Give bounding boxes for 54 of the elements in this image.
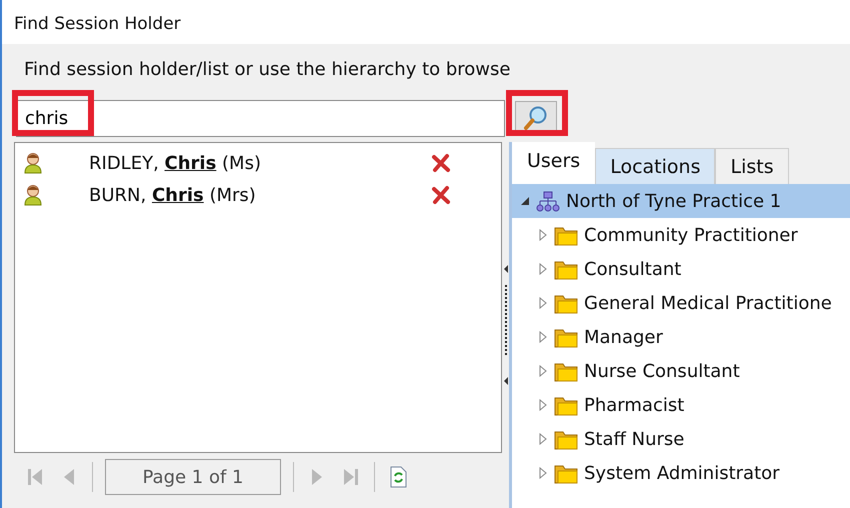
tree-label: General Medical Practitione (584, 292, 832, 316)
search-icon (523, 105, 549, 131)
folder-icon (554, 462, 578, 484)
tree-label: Community Practitioner (584, 224, 798, 248)
tree-label: Pharmacist (584, 394, 684, 418)
search-field[interactable]: chris (16, 100, 505, 136)
tree-label: System Administrator (584, 462, 780, 486)
collapsed-arrow-icon (538, 467, 548, 479)
tree-item[interactable]: Pharmacist (512, 388, 850, 422)
first-page-icon (27, 467, 43, 487)
folder-icon (554, 258, 578, 280)
tab[interactable]: Lists (715, 148, 789, 184)
tree-item[interactable]: Consultant (512, 252, 850, 286)
hierarchy-icon (536, 190, 560, 212)
window-title: Find Session Holder (13, 13, 182, 36)
last-page-icon (343, 467, 359, 487)
folder-icon (554, 394, 578, 416)
folder-icon (554, 292, 578, 314)
collapsed-arrow-icon (538, 331, 548, 343)
tree-item[interactable]: Manager (512, 320, 850, 354)
tree-label: Consultant (584, 258, 682, 282)
folder-icon (554, 326, 578, 348)
splitter-handle-icon (502, 265, 508, 385)
collapsed-arrow-icon (538, 229, 548, 241)
person-icon (23, 184, 43, 206)
remove-icon[interactable] (431, 153, 451, 173)
refresh-icon (389, 466, 407, 488)
tree-item[interactable]: System Administrator (512, 456, 850, 490)
folder-icon (554, 360, 578, 382)
tree-label: Nurse Consultant (584, 360, 740, 384)
expanded-arrow-icon (520, 195, 530, 207)
tree-label: Staff Nurse (584, 428, 684, 452)
person-icon (23, 152, 43, 174)
instruction-text: Find session holder/list or use the hierarchy to browse (23, 58, 512, 82)
collapsed-arrow-icon (538, 263, 548, 275)
folder-icon (554, 428, 578, 450)
collapsed-arrow-icon (538, 365, 548, 377)
page-indicator: Page 1 of 1 (105, 459, 281, 495)
tab[interactable]: Locations (595, 148, 716, 184)
result-name[interactable]: RIDLEY, Chris (Ms) (89, 150, 429, 176)
tab[interactable]: Users (512, 142, 596, 184)
tree-item[interactable]: North of Tyne Practice 1 (512, 184, 850, 218)
tree-item[interactable]: General Medical Practitione (512, 286, 850, 320)
tree-item[interactable]: Staff Nurse (512, 422, 850, 456)
tree-item[interactable]: Nurse Consultant (512, 354, 850, 388)
collapsed-arrow-icon (538, 433, 548, 445)
collapsed-arrow-icon (538, 399, 548, 411)
result-name[interactable]: BURN, Chris (Mrs) (89, 182, 429, 208)
tree-item[interactable]: Community Practitioner (512, 218, 850, 252)
tree-label: North of Tyne Practice 1 (566, 190, 782, 214)
collapsed-arrow-icon (538, 297, 548, 309)
remove-icon[interactable] (431, 185, 451, 205)
tree-label: Manager (584, 326, 663, 350)
folder-icon (554, 224, 578, 246)
